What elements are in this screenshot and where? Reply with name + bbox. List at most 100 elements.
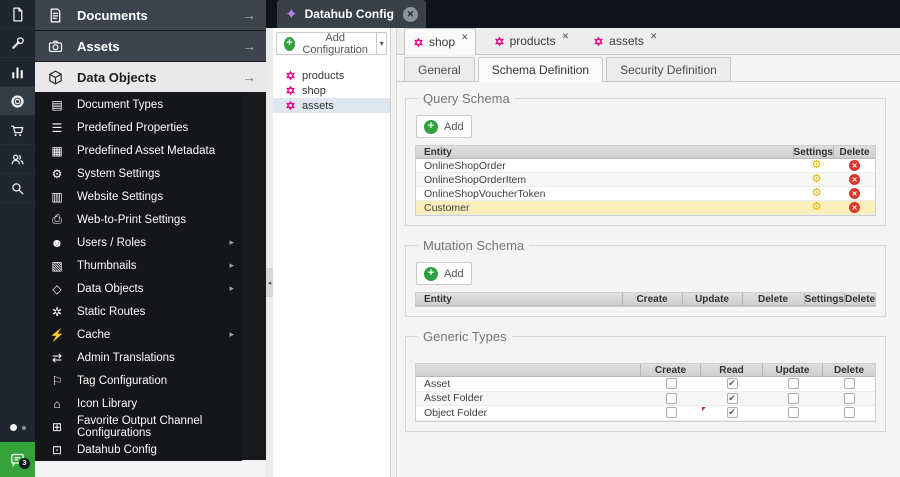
mutation-schema-add-button[interactable]: + Add bbox=[416, 262, 472, 285]
table-row[interactable]: OnlineShopOrderItem ⚙ ✕ bbox=[416, 173, 875, 187]
menu-item-tag-configuration[interactable]: ⚐ Tag Configuration bbox=[35, 369, 242, 392]
column-header-update[interactable]: Update bbox=[763, 364, 823, 376]
tag-configuration-icon: ⚐ bbox=[51, 373, 63, 388]
submenu-arrow-icon: ▸ bbox=[229, 260, 234, 270]
delete-icon[interactable]: ✕ bbox=[849, 174, 860, 185]
menu-item-datahub-config[interactable]: ⊡ Datahub Config bbox=[35, 438, 242, 461]
checkbox-update[interactable] bbox=[787, 407, 799, 419]
tab-shop[interactable]: shop ✕ bbox=[404, 28, 476, 55]
document-types-icon: ▤ bbox=[51, 97, 63, 112]
menu-item-web-to-print-settings[interactable]: ⎙ Web-to-Print Settings bbox=[35, 208, 242, 231]
documents-icon bbox=[47, 6, 65, 24]
menu-item-static-routes[interactable]: ✲ Static Routes bbox=[35, 300, 242, 323]
checkbox-create[interactable] bbox=[665, 392, 677, 404]
menu-item-document-types[interactable]: ▤ Document Types bbox=[35, 93, 242, 116]
menu-item-predefined-asset-metadata[interactable]: ▦ Predefined Asset Metadata bbox=[35, 139, 242, 162]
table-row-selected[interactable]: Customer ⚙ ✕ bbox=[416, 201, 875, 215]
checkbox-delete[interactable] bbox=[843, 392, 855, 404]
settings-gear-icon[interactable]: ⚙ bbox=[812, 160, 822, 171]
menu-item-favorite-output-channel-configurations[interactable]: ⊞ Favorite Output Channel Configurations bbox=[35, 415, 242, 439]
table-row[interactable]: OnlineShopOrder ⚙ ✕ bbox=[416, 159, 875, 173]
column-header-delete[interactable]: Delete bbox=[834, 146, 875, 158]
column-header-settings[interactable]: Settings bbox=[805, 293, 845, 305]
menu-item-system-settings[interactable]: ⚙ System Settings bbox=[35, 162, 242, 185]
file-icon[interactable] bbox=[0, 0, 35, 29]
tools-icon[interactable] bbox=[0, 29, 35, 58]
query-schema-grid: Entity Settings Delete OnlineShopOrder ⚙… bbox=[415, 145, 876, 216]
query-schema-legend: Query Schema bbox=[423, 91, 510, 106]
add-configuration-dropdown-button[interactable]: ▾ bbox=[377, 32, 387, 55]
tab-security-definition[interactable]: Security Definition bbox=[606, 57, 731, 81]
tab-close-icon[interactable]: ✕ bbox=[461, 32, 469, 43]
tree-item-shop[interactable]: shop bbox=[273, 83, 390, 98]
statistics-icon[interactable] bbox=[0, 58, 35, 87]
graphql-config-icon bbox=[286, 85, 295, 96]
settings-gear-icon[interactable]: ⚙ bbox=[812, 188, 822, 199]
checkbox-read[interactable] bbox=[726, 407, 738, 419]
menu-header-documents[interactable]: Documents → bbox=[35, 0, 266, 30]
west-center-splitter[interactable] bbox=[392, 28, 397, 477]
checkbox-update[interactable] bbox=[787, 378, 799, 390]
delete-icon[interactable]: ✕ bbox=[849, 188, 860, 199]
checkbox-create[interactable] bbox=[665, 407, 677, 419]
table-row[interactable]: Object Folder bbox=[416, 406, 875, 421]
delete-icon[interactable]: ✕ bbox=[849, 160, 860, 171]
ecommerce-cart-icon[interactable] bbox=[0, 116, 35, 145]
column-header-entity[interactable]: Entity bbox=[416, 293, 623, 305]
menu-header-assets[interactable]: Assets → bbox=[35, 31, 266, 61]
column-header-entity[interactable]: Entity bbox=[416, 146, 794, 158]
checkbox-update[interactable] bbox=[787, 392, 799, 404]
table-row[interactable]: OnlineShopVoucherToken ⚙ ✕ bbox=[416, 187, 875, 201]
settings-icon[interactable] bbox=[0, 87, 35, 116]
menu-item-icon-library[interactable]: ⌂ Icon Library bbox=[35, 392, 242, 415]
menu-item-data-objects[interactable]: ◇ Data Objects ▸ bbox=[35, 277, 242, 300]
tab-close-icon[interactable]: ✕ bbox=[650, 31, 658, 42]
menu-header-data-objects[interactable]: Data Objects → bbox=[35, 62, 266, 92]
menu-item-thumbnails[interactable]: ▧ Thumbnails ▸ bbox=[35, 254, 242, 277]
menu-item-cache[interactable]: ⚡ Cache ▸ bbox=[35, 323, 242, 346]
tab-schema-definition[interactable]: Schema Definition bbox=[477, 57, 604, 82]
tab-close-icon[interactable]: ✕ bbox=[562, 31, 570, 42]
schema-definition-content: Query Schema + Add Entity Settings Delet… bbox=[397, 82, 900, 432]
checkbox-read[interactable] bbox=[726, 392, 738, 404]
collapse-handle[interactable]: ◂ bbox=[266, 268, 273, 297]
tree-item-assets[interactable]: assets bbox=[273, 98, 390, 113]
settings-gear-icon[interactable]: ⚙ bbox=[812, 174, 822, 185]
menu-item-website-settings[interactable]: ▥ Website Settings bbox=[35, 185, 242, 208]
checkbox-delete[interactable] bbox=[843, 378, 855, 390]
tab-general[interactable]: General bbox=[404, 57, 475, 81]
grid-header-row: Entity Settings Delete bbox=[416, 146, 875, 159]
column-header-create[interactable]: Create bbox=[641, 364, 701, 376]
tree-item-products[interactable]: products bbox=[273, 68, 390, 83]
tab-products[interactable]: products ✕ bbox=[486, 28, 576, 54]
panel-splitter[interactable]: ◂ bbox=[266, 28, 273, 477]
feedback-chat-button[interactable]: 3 bbox=[0, 442, 35, 477]
app-icon-sidebar: 3 bbox=[0, 0, 35, 477]
column-header-create[interactable]: Create bbox=[623, 293, 683, 305]
table-row[interactable]: Asset bbox=[416, 377, 875, 392]
chat-badge: 3 bbox=[19, 458, 30, 469]
settings-gear-icon[interactable]: ⚙ bbox=[812, 202, 822, 213]
configuration-tree: products shop assets bbox=[273, 68, 390, 113]
column-header-read[interactable]: Read bbox=[701, 364, 763, 376]
column-header-delete[interactable]: Delete bbox=[743, 293, 805, 305]
checkbox-read[interactable] bbox=[726, 378, 738, 390]
column-header-settings[interactable]: Settings bbox=[794, 146, 834, 158]
table-row[interactable]: Asset Folder bbox=[416, 391, 875, 406]
column-header-update[interactable]: Update bbox=[683, 293, 743, 305]
tab-assets[interactable]: assets ✕ bbox=[585, 28, 663, 54]
menu-item-predefined-properties[interactable]: ☰ Predefined Properties bbox=[35, 116, 242, 139]
users-icon[interactable] bbox=[0, 145, 35, 174]
menu-item-users-roles[interactable]: ☻ Users / Roles ▸ bbox=[35, 231, 242, 254]
checkbox-delete[interactable] bbox=[843, 407, 855, 419]
checkbox-create[interactable] bbox=[665, 378, 677, 390]
column-header-delete[interactable]: Delete bbox=[823, 364, 875, 376]
add-configuration-button[interactable]: + Add Configuration bbox=[276, 32, 378, 56]
column-header-delete[interactable]: Delete bbox=[845, 293, 875, 305]
window-close-icon[interactable]: ✕ bbox=[402, 6, 418, 22]
search-icon[interactable] bbox=[0, 174, 35, 203]
query-schema-add-button[interactable]: + Add bbox=[416, 115, 472, 138]
datahub-config-window-tab[interactable]: ✦ Datahub Config ✕ bbox=[277, 0, 426, 28]
menu-item-admin-translations[interactable]: ⇄ Admin Translations bbox=[35, 346, 242, 369]
delete-icon[interactable]: ✕ bbox=[849, 202, 860, 213]
